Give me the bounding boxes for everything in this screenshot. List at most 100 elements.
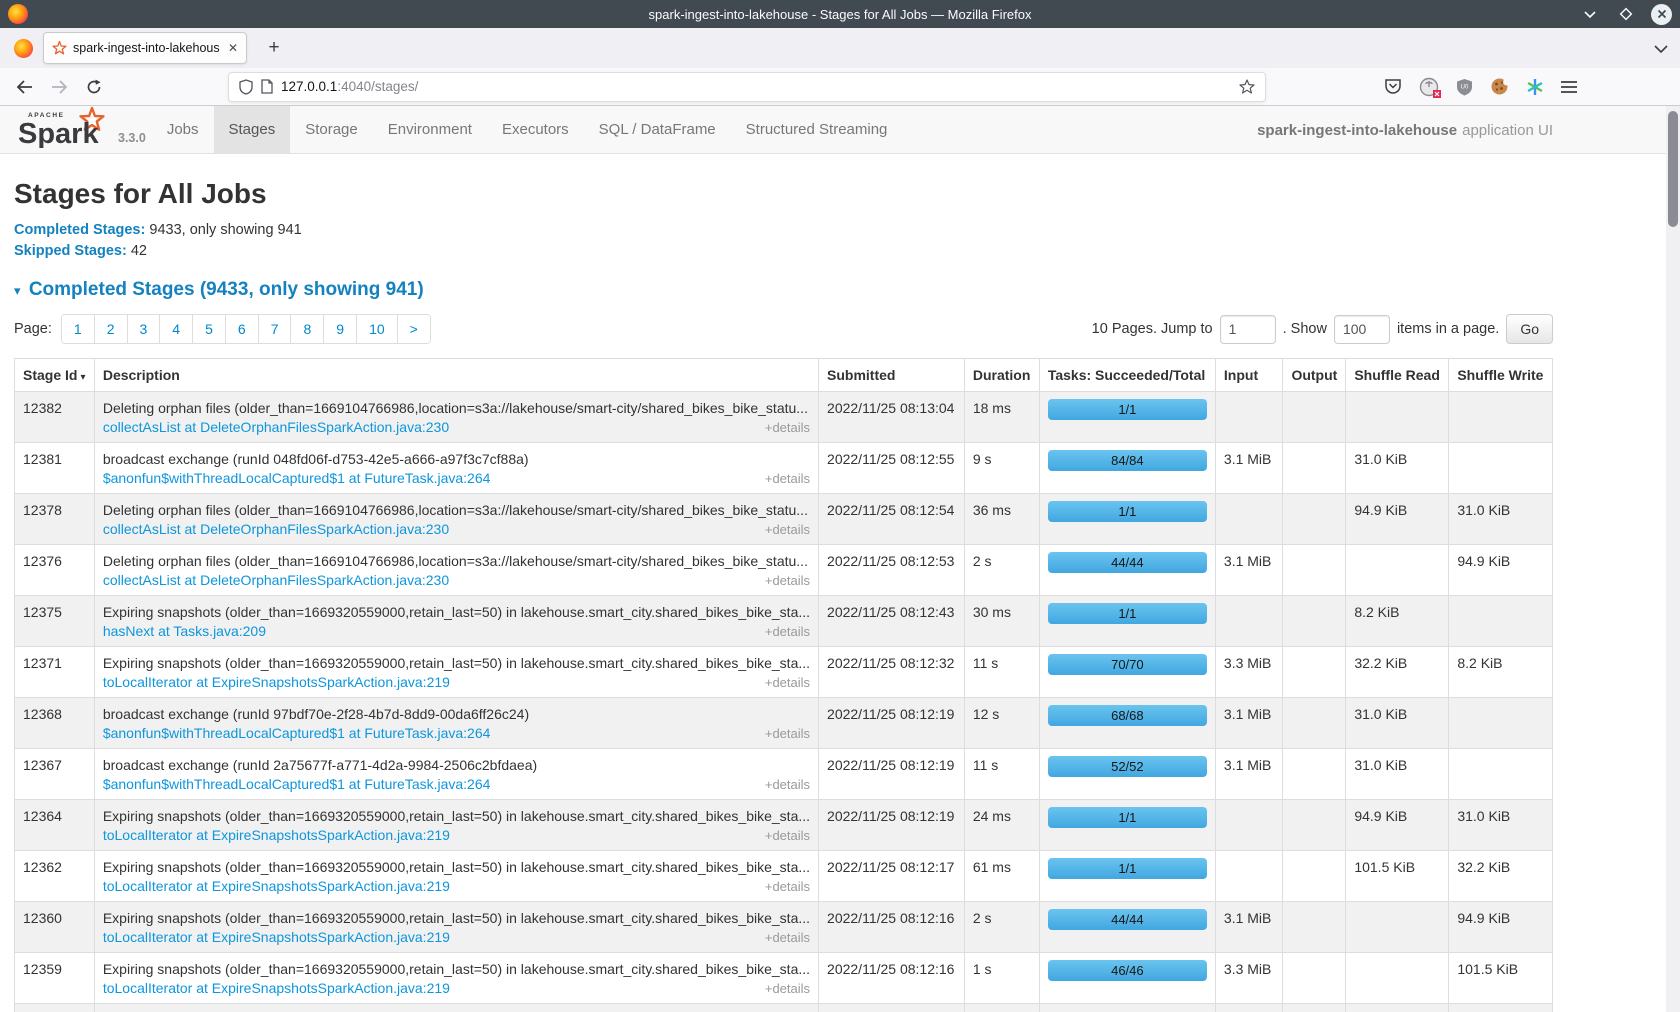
page-button-3[interactable]: 3 (127, 315, 160, 343)
page-button-9[interactable]: 9 (323, 315, 356, 343)
nav-item-environment[interactable]: Environment (373, 106, 487, 153)
details-toggle[interactable]: +details (765, 673, 810, 692)
stage-detail-link[interactable]: collectAsList at DeleteOrphanFilesSparkA… (103, 571, 449, 590)
page-scrollbar[interactable] (1666, 106, 1680, 1012)
shuffle-write-size (1457, 703, 1544, 705)
page-button-6[interactable]: 6 (225, 315, 258, 343)
details-toggle[interactable]: +details (765, 724, 810, 743)
stage-detail-link[interactable]: hasNext at Tasks.java:209 (103, 622, 266, 641)
reload-button[interactable] (86, 79, 102, 95)
tracking-protection-shield-icon[interactable] (239, 79, 253, 95)
page-info-icon[interactable] (261, 79, 273, 94)
tasks-progress-bar: 44/44 (1048, 552, 1207, 573)
list-all-tabs-icon[interactable] (1654, 44, 1668, 53)
shuffle-read-size: 94.9 KiB (1354, 805, 1440, 826)
stage-detail-link[interactable]: $anonfun$withThreadLocalCaptured$1 at Fu… (103, 724, 491, 743)
page-button-7[interactable]: 7 (258, 315, 291, 343)
page-button-10[interactable]: 10 (356, 315, 397, 343)
nav-item-structured-streaming[interactable]: Structured Streaming (731, 106, 903, 153)
details-toggle[interactable]: +details (765, 520, 810, 539)
nav-item-storage[interactable]: Storage (290, 106, 373, 153)
details-toggle[interactable]: +details (765, 979, 810, 998)
stage-detail-link[interactable]: collectAsList at DeleteOrphanFilesSparkA… (103, 520, 449, 539)
stage-detail-link[interactable]: toLocalIterator at ExpireSnapshotsSparkA… (103, 877, 450, 896)
stage-detail-link[interactable]: $anonfun$withThreadLocalCaptured$1 at Fu… (103, 775, 491, 794)
column-header-stage-id[interactable]: Stage Id▾ (15, 359, 95, 392)
column-header-duration[interactable]: Duration (964, 359, 1039, 392)
spark-logo[interactable]: APACHE Spark 3.3.0 (0, 106, 152, 153)
scrollbar-thumb[interactable] (1668, 111, 1678, 227)
spark-navbar: APACHE Spark 3.3.0 JobsStagesStorageEnvi… (0, 106, 1680, 154)
go-button[interactable]: Go (1506, 314, 1553, 344)
column-header-output[interactable]: Output (1283, 359, 1346, 392)
output-size (1291, 550, 1337, 552)
firefox-view-icon[interactable] (14, 39, 33, 58)
input-size: 3.1 MiB (1224, 703, 1275, 724)
shuffle-write-size (1457, 601, 1544, 603)
stage-description: Deleting orphan files (older_than=166910… (103, 499, 810, 520)
nav-item-jobs[interactable]: Jobs (152, 106, 214, 153)
stage-description: Expiring snapshots (older_than=166932055… (103, 652, 810, 673)
details-toggle[interactable]: +details (765, 826, 810, 845)
shuffle-read-size: 31.0 KiB (1354, 703, 1440, 724)
url-bar[interactable]: 127.0.0.1:4040/stages/ (228, 72, 1266, 102)
column-header-description[interactable]: Description (94, 359, 818, 392)
page-button-2[interactable]: 2 (94, 315, 127, 343)
page-button-1[interactable]: 1 (62, 315, 94, 343)
stage-description: Expiring snapshots (older_than=166932055… (103, 805, 810, 826)
shuffle-read-size: 101.5 KiB (1354, 856, 1440, 877)
tab-close-icon[interactable]: ✕ (228, 41, 238, 55)
url-text: 127.0.0.1:4040/stages/ (281, 79, 1231, 94)
new-tab-button[interactable]: + (261, 37, 287, 59)
ublock-origin-icon[interactable]: U0 (1456, 78, 1473, 96)
close-button[interactable] (1651, 4, 1672, 25)
extension-disabled-icon[interactable] (1419, 77, 1439, 97)
stage-detail-link[interactable]: collectAsList at DeleteOrphanFilesSparkA… (103, 418, 449, 437)
page-button-5[interactable]: 5 (192, 315, 225, 343)
column-header-input[interactable]: Input (1215, 359, 1283, 392)
stage-detail-link[interactable]: toLocalIterator at ExpireSnapshotsSparkA… (103, 928, 450, 947)
stage-detail-link[interactable]: $anonfun$withThreadLocalCaptured$1 at Fu… (103, 469, 491, 488)
forward-button[interactable] (51, 80, 68, 94)
nav-item-sql-dataframe[interactable]: SQL / DataFrame (584, 106, 731, 153)
details-toggle[interactable]: +details (765, 775, 810, 794)
details-toggle[interactable]: +details (765, 877, 810, 896)
stage-detail-link[interactable]: toLocalIterator at ExpireSnapshotsSparkA… (103, 979, 450, 998)
shuffle-write-size: 94.9 KiB (1457, 550, 1544, 571)
column-header-submitted[interactable]: Submitted (819, 359, 965, 392)
input-size: 3.1 MiB (1224, 754, 1275, 775)
bookmark-star-icon[interactable] (1239, 79, 1255, 94)
duration: 2 s (973, 550, 1031, 571)
details-toggle[interactable]: +details (765, 418, 810, 437)
asterisk-extension-icon[interactable] (1526, 78, 1544, 96)
minimize-button[interactable] (1579, 3, 1601, 25)
browser-tab[interactable]: spark-ingest-into-lakehous ✕ (43, 32, 247, 64)
page-button-8[interactable]: 8 (290, 315, 323, 343)
cookie-extension-icon[interactable] (1490, 77, 1509, 96)
details-toggle[interactable]: +details (765, 928, 810, 947)
stage-id: 12378 (23, 499, 86, 520)
shuffle-read-size (1354, 907, 1440, 909)
shuffle-read-size: 31.0 KiB (1354, 754, 1440, 775)
column-header-tasks-succeeded-total[interactable]: Tasks: Succeeded/Total (1039, 359, 1215, 392)
jump-to-page-input[interactable] (1220, 315, 1276, 344)
items-per-page-input[interactable] (1334, 315, 1390, 344)
details-toggle[interactable]: +details (765, 571, 810, 590)
next-page-button[interactable]: > (397, 315, 430, 343)
pocket-icon[interactable] (1384, 78, 1402, 95)
stage-detail-link[interactable]: toLocalIterator at ExpireSnapshotsSparkA… (103, 826, 450, 845)
column-header-shuffle-read[interactable]: Shuffle Read (1346, 359, 1449, 392)
maximize-button[interactable] (1615, 3, 1637, 25)
collapse-arrow-icon: ▾ (14, 283, 21, 298)
nav-item-executors[interactable]: Executors (487, 106, 584, 153)
completed-stages-section-toggle[interactable]: ▾ Completed Stages (9433, only showing 9… (14, 279, 1553, 301)
duration: 12 s (973, 703, 1031, 724)
details-toggle[interactable]: +details (765, 622, 810, 641)
details-toggle[interactable]: +details (765, 469, 810, 488)
page-button-4[interactable]: 4 (159, 315, 192, 343)
stage-detail-link[interactable]: toLocalIterator at ExpireSnapshotsSparkA… (103, 673, 450, 692)
back-button[interactable] (16, 80, 33, 94)
column-header-shuffle-write[interactable]: Shuffle Write (1449, 359, 1553, 392)
nav-item-stages[interactable]: Stages (214, 106, 291, 153)
menu-hamburger-icon[interactable] (1561, 81, 1577, 93)
